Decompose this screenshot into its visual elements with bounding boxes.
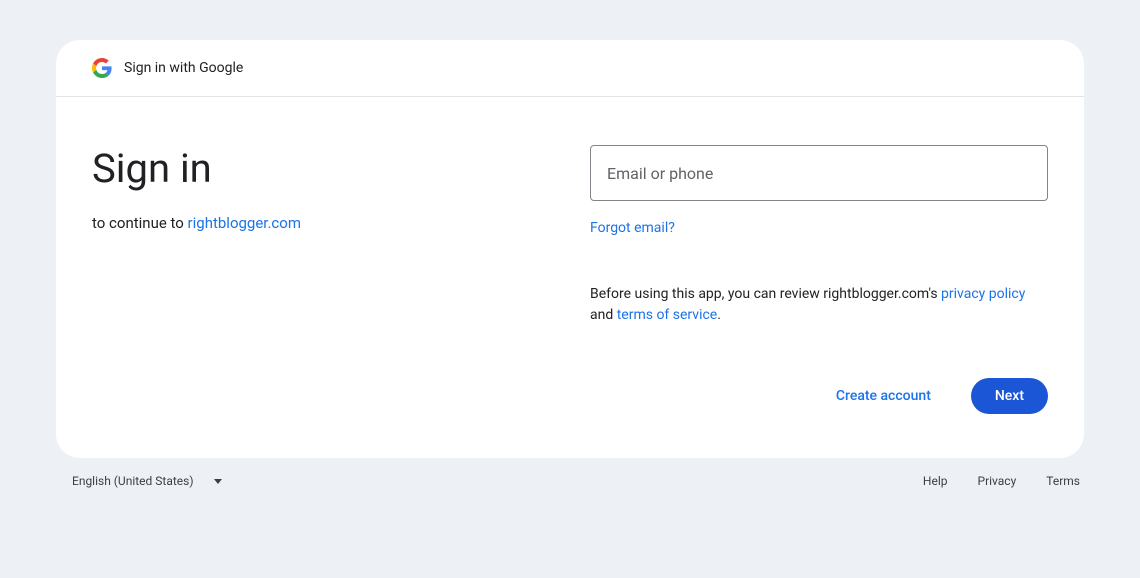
email-input[interactable] [590,145,1048,201]
review-before: Before using this app, you can review ri… [590,286,941,302]
review-text: Before using this app, you can review ri… [590,284,1048,326]
create-account-link[interactable]: Create account [836,388,931,404]
signin-card: Sign in with Google Sign in to continue … [56,40,1084,458]
terms-link[interactable]: Terms [1046,474,1080,488]
header-title: Sign in with Google [124,60,243,76]
footer: English (United States) Help Privacy Ter… [0,458,1140,488]
email-input-wrapper [590,145,1048,201]
review-period: . [717,307,721,323]
language-selector[interactable]: English (United States) [72,474,222,488]
privacy-policy-link[interactable]: privacy policy [941,286,1025,302]
footer-links: Help Privacy Terms [923,474,1080,488]
language-label: English (United States) [72,474,194,488]
card-body: Sign in to continue to rightblogger.com … [56,97,1084,458]
terms-of-service-link[interactable]: terms of service [617,307,718,323]
help-link[interactable]: Help [923,474,948,488]
actions-row: Create account Next [590,378,1048,414]
left-panel: Sign in to continue to rightblogger.com [92,145,550,414]
signin-heading: Sign in [92,145,550,192]
forgot-email-link[interactable]: Forgot email? [590,220,675,236]
continue-text: to continue to rightblogger.com [92,214,550,232]
review-and: and [590,307,617,323]
next-button[interactable]: Next [971,378,1048,414]
continue-prefix: to continue to [92,214,188,232]
privacy-link[interactable]: Privacy [978,474,1017,488]
chevron-down-icon [214,479,222,484]
google-logo-icon [92,58,112,78]
card-header: Sign in with Google [56,40,1084,97]
right-panel: Forgot email? Before using this app, you… [590,145,1048,414]
app-name-link[interactable]: rightblogger.com [188,214,301,232]
